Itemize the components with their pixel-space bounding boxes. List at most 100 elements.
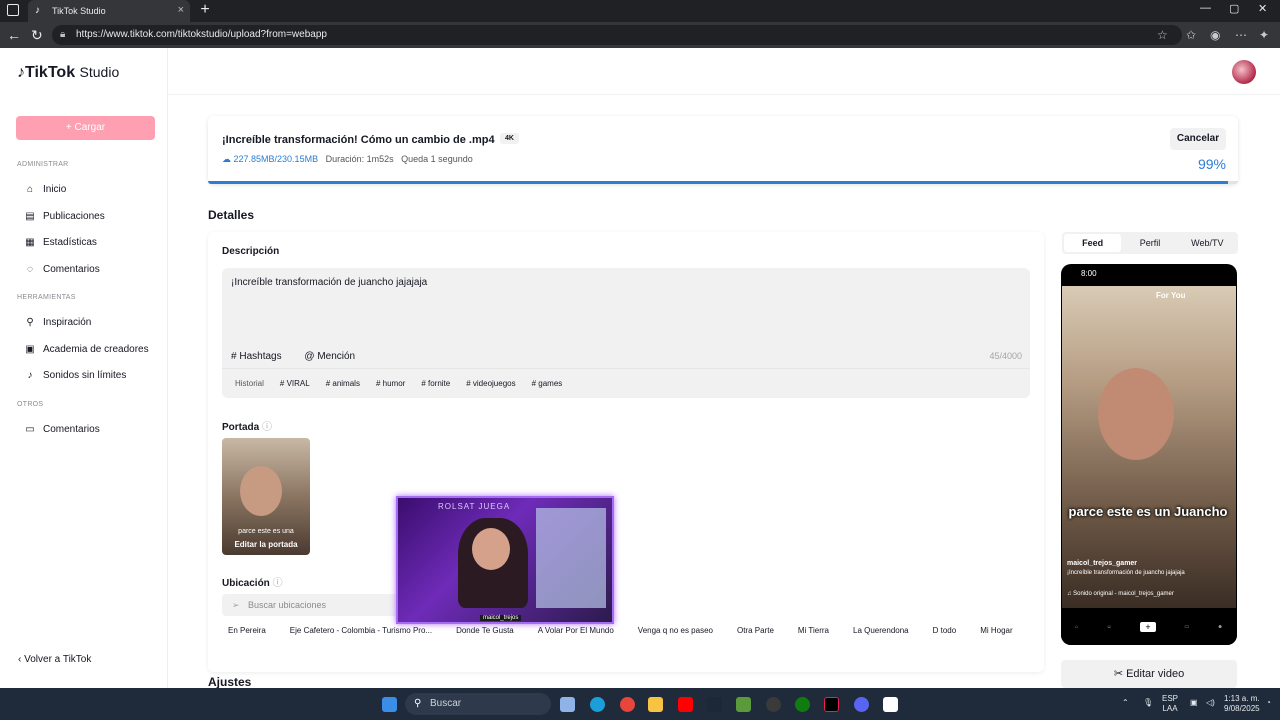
notifications-icon[interactable]: ◔ — [1266, 698, 1271, 708]
details-title: Detalles — [208, 208, 255, 222]
location-chip[interactable]: Mi Tierra — [798, 626, 829, 635]
hashtag-chip[interactable]: # animals — [321, 376, 365, 391]
volume-icon[interactable]: ◁) — [1206, 698, 1215, 708]
sidebar-item-academia[interactable]: ▣ Academia de creadores — [24, 340, 148, 358]
folder-icon[interactable] — [648, 697, 663, 712]
overlay-banner: ROLSAT JUEGA — [438, 502, 511, 511]
hashtag-chip[interactable]: # VIRAL — [275, 376, 315, 391]
description-field[interactable]: ¡Increíble transformación de juancho jaj… — [222, 268, 1030, 398]
upload-info: ☁ 227.85MB/230.15MB Duración: 1m52s Qued… — [222, 154, 473, 165]
tiktok-studio-logo[interactable]: ♪TikTok Studio — [17, 64, 119, 82]
maximize-icon[interactable]: ▢ — [1229, 2, 1239, 15]
cover-image — [240, 466, 282, 516]
location-chip[interactable]: A Volar Por El Mundo — [538, 626, 614, 635]
copilot-icon[interactable] — [560, 697, 575, 712]
minimize-icon[interactable]: — — [1200, 2, 1211, 14]
steam-icon[interactable] — [707, 697, 722, 712]
overlay-name-tag: maicol_trejos — [480, 615, 522, 621]
sidebar-item-comentarios[interactable]: ◌ Comentarios — [24, 260, 100, 278]
xbox-icon[interactable] — [795, 697, 810, 712]
location-chip[interactable]: Otra Parte — [737, 626, 774, 635]
back-to-tiktok-link[interactable]: ‹ Volver a TikTok — [18, 654, 91, 665]
browser-tab-bar: ♪ TikTok Studio × + — ▢ ✕ — [0, 0, 1280, 22]
sidebar-item-estadisticas[interactable]: ▦ Estadísticas — [24, 233, 97, 251]
sidebar-item-inicio[interactable]: ⌂ Inicio — [24, 180, 66, 198]
chrome-icon[interactable] — [620, 697, 635, 712]
sidebar-item-comentarios-otros[interactable]: ▭ Comentarios — [24, 420, 99, 438]
cover-thumbnail[interactable]: parce este es una Editar la portada — [222, 438, 310, 555]
windows-start-icon[interactable] — [382, 697, 397, 712]
tab-feed[interactable]: Feed — [1064, 234, 1122, 252]
location-chip[interactable]: Mi Hogar — [980, 626, 1012, 635]
description-text[interactable]: ¡Increíble transformación de juancho jaj… — [231, 277, 427, 288]
youtube-icon[interactable] — [678, 697, 693, 712]
tab-perfil[interactable]: Perfil — [1121, 234, 1178, 252]
hashtag-chip[interactable]: # fornite — [416, 376, 455, 391]
history-chip[interactable]: Historial — [230, 376, 269, 391]
avatar[interactable] — [1232, 60, 1256, 84]
tiktok-favicon-icon: ♪ — [35, 5, 40, 16]
location-chip[interactable]: En Pereira — [228, 626, 266, 635]
header-divider — [168, 94, 1280, 95]
for-you-label: For You — [1156, 291, 1186, 300]
upload-progress-fill — [208, 181, 1228, 184]
location-chip[interactable]: Venga q no es paseo — [638, 626, 713, 635]
hashtags-button[interactable]: # Hashtags — [231, 351, 292, 362]
location-label: Ubicación ⓘ — [222, 578, 283, 589]
refresh-icon[interactable]: ↻ — [31, 27, 43, 43]
favorites-icon[interactable]: ✩ — [1186, 28, 1196, 42]
new-tab-button[interactable]: + — [196, 1, 214, 19]
taskbar-search[interactable]: ⚲ Buscar — [405, 693, 551, 715]
hashtag-chip[interactable]: # humor — [371, 376, 410, 391]
discord-icon[interactable] — [854, 697, 869, 712]
profile-icon: ☻ — [1217, 624, 1223, 630]
edit-cover-button[interactable]: Editar la portada — [222, 540, 310, 549]
scissors-icon: ✂ — [1113, 668, 1124, 680]
tiktok-icon[interactable] — [824, 697, 839, 712]
home-icon: ⌂ — [1075, 624, 1079, 630]
create-icon: + — [1140, 622, 1157, 632]
location-chip[interactable]: La Querendona — [853, 626, 909, 635]
location-search-input[interactable]: ➢ Buscar ubicaciones — [222, 594, 408, 616]
url-field[interactable]: 🔒︎ https://www.tiktok.com/tiktokstudio/u… — [52, 25, 1182, 45]
tab-webtv[interactable]: Web/TV — [1179, 234, 1236, 252]
location-chip[interactable]: D todo — [933, 626, 957, 635]
section-title-tools: HERRAMIENTAS — [17, 294, 76, 301]
clock[interactable]: 1:13 a. m. 9/08/2025 — [1224, 694, 1260, 714]
hashtag-chip[interactable]: # videojuegos — [461, 376, 520, 391]
network-icon[interactable]: ▣ — [1190, 698, 1198, 708]
tray-arrow-icon[interactable]: ⌃ — [1122, 698, 1129, 708]
menu-icon[interactable]: ⋯ — [1235, 28, 1247, 42]
sidebar-item-publicaciones[interactable]: ▤ Publicaciones — [24, 207, 104, 225]
close-window-icon[interactable]: ✕ — [1258, 2, 1267, 15]
cancel-button[interactable]: Cancelar — [1170, 128, 1226, 150]
back-icon[interactable]: ← — [7, 27, 21, 43]
tab-title: TikTok Studio — [52, 6, 106, 16]
profile-icon[interactable]: ◉ — [1210, 28, 1220, 42]
app-icon[interactable] — [766, 697, 781, 712]
upload-button[interactable]: + Cargar — [16, 116, 155, 140]
sidebar-item-inspiracion[interactable]: ⚲ Inspiración — [24, 313, 91, 331]
browser-tab[interactable]: ♪ TikTok Studio × — [28, 0, 190, 22]
music-icon: ♪ — [27, 369, 33, 381]
upload-size: 227.85MB/230.15MB — [233, 154, 319, 164]
location-chip[interactable]: Eje Cafetero - Colombia - Turismo Pro... — [290, 626, 432, 635]
taskbar-search-label: Buscar — [430, 698, 462, 709]
tab-actions-icon[interactable] — [7, 4, 19, 16]
edit-video-button[interactable]: ✂ Editar video — [1061, 660, 1237, 688]
capcut-icon[interactable] — [883, 697, 898, 712]
language-indicator[interactable]: ESP LAA — [1162, 694, 1178, 714]
location-chip[interactable]: Donde Te Gusta — [456, 626, 514, 635]
microphone-icon[interactable]: 🎙︎ — [1143, 698, 1153, 708]
sidebar-item-sonidos[interactable]: ♪ Sonidos sin límites — [24, 366, 127, 384]
edge-icon[interactable] — [590, 697, 605, 712]
tab-close-icon[interactable]: × — [178, 4, 184, 16]
mention-button[interactable]: @ Mención — [304, 351, 365, 362]
lock-icon: 🔒︎ — [60, 29, 66, 40]
copilot-icon[interactable]: ✦ — [1259, 28, 1269, 42]
minecraft-icon[interactable] — [736, 697, 751, 712]
star-icon[interactable]: ☆ — [1157, 28, 1168, 42]
hashtag-chip[interactable]: # games — [527, 376, 568, 391]
preview-description: ¡Increíble transformación de juancho jaj… — [1067, 570, 1185, 576]
phone-bottom-nav: ⌂ ☺ + ▭ ☻ — [1061, 609, 1237, 645]
